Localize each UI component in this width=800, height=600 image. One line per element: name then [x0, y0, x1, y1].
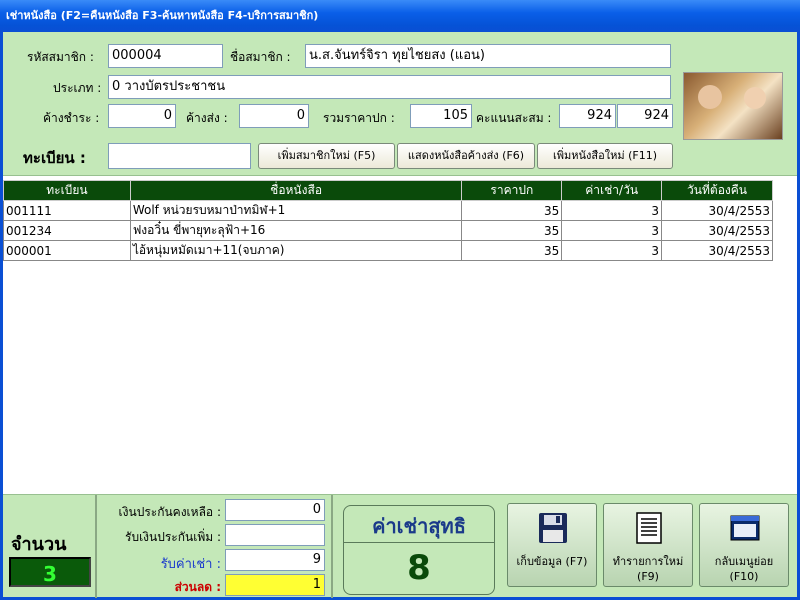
member-id-field[interactable]: 000004	[108, 44, 223, 68]
cell-register: 001111	[3, 200, 131, 221]
net-rent-value: 8	[407, 548, 431, 588]
member-type-field[interactable]: 0 วางบัตรประชาชน	[108, 75, 671, 99]
window-title: เช่าหนังสือ (F2=คืนหนังสือ F3-ค้นหาหนังส…	[6, 9, 319, 22]
overdue-return-label: ค้างส่ง :	[186, 111, 228, 125]
overdue-pay-label: ค้างชำระ :	[43, 111, 100, 125]
register-input[interactable]	[108, 143, 251, 169]
cell-rent-per-day: 3	[561, 200, 663, 221]
cell-due-date: 30/4/2553	[661, 200, 773, 221]
cell-rent-per-day: 3	[561, 220, 663, 241]
points-label: คะแนนสะสม :	[476, 111, 552, 125]
deposit-left-label: เงินประกันคงเหลือ :	[118, 505, 221, 519]
col-cover-price[interactable]: ราคาปก	[461, 180, 563, 201]
cell-title: ฟงอวิ๋น ขี่พายุทะลุฟ้า+16	[129, 220, 463, 241]
net-rent-divider	[344, 542, 494, 543]
table-header-row: ทะเบียน ชื่อหนังสือ ราคาปก ค่าเช่า/วัน ว…	[3, 180, 773, 201]
photo-face-left	[698, 85, 722, 109]
divider	[331, 495, 333, 598]
deposit-add-label: รับเงินประกันเพิ่ม :	[125, 530, 221, 544]
cell-due-date: 30/4/2553	[661, 220, 773, 241]
new-list-button-label: ทำรายการใหม่ (F9)	[612, 555, 684, 583]
member-name-field[interactable]: น.ส.จันทร์จิรา ทุยไชยสง (แอน)	[305, 44, 671, 68]
rental-table: ทะเบียน ชื่อหนังสือ ราคาปก ค่าเช่า/วัน ว…	[3, 180, 773, 261]
document-icon	[636, 512, 662, 544]
cell-rent-per-day: 3	[561, 240, 663, 261]
add-book-button[interactable]: เพิ่มหนังสือใหม่ (F11)	[537, 143, 673, 169]
cell-title: Wolf หน่วยรบหมาป่าทมิฬ+1	[129, 200, 463, 221]
member-type-label: ประเภท :	[53, 81, 102, 95]
table-row[interactable]: 000001 ไอ้หนุ่มหมัดเมา+11(จบภาค) 35 3 30…	[3, 240, 773, 261]
cell-register: 001234	[3, 220, 131, 241]
divider	[95, 495, 97, 598]
quantity-label: จำนวน	[11, 534, 67, 555]
total-price-label: รวมราคาปก :	[323, 111, 395, 125]
col-due-date[interactable]: วันที่ต้องคืน	[661, 180, 773, 201]
net-rent-box: ค่าเช่าสุทธิ 8	[343, 505, 495, 595]
client-area: รหัสสมาชิก : 000004 ชื่อสมาชิก : น.ส.จัน…	[3, 32, 797, 598]
rent-field[interactable]: 9	[225, 549, 325, 571]
member-form-panel: รหัสสมาชิก : 000004 ชื่อสมาชิก : น.ส.จัน…	[3, 32, 797, 176]
photo-face-right	[744, 87, 766, 109]
overdue-pay-field[interactable]: 0	[108, 104, 176, 128]
new-list-button[interactable]: ทำรายการใหม่ (F9)	[603, 503, 693, 587]
title-bar: เช่าหนังสือ (F2=คืนหนังสือ F3-ค้นหาหนังส…	[0, 0, 800, 32]
col-register[interactable]: ทะเบียน	[3, 180, 131, 201]
add-member-button[interactable]: เพิ่มสมาชิกใหม่ (F5)	[258, 143, 395, 169]
save-button[interactable]: เก็บข้อมูล (F7)	[507, 503, 597, 587]
table-row[interactable]: 001234 ฟงอวิ๋น ขี่พายุทะลุฟ้า+16 35 3 30…	[3, 220, 773, 241]
member-photo	[683, 72, 783, 140]
total-price-field[interactable]: 105	[410, 104, 472, 128]
summary-panel: จำนวน 3 เงินประกันคงเหลือ : 0 รับเงินประ…	[3, 494, 797, 598]
window-icon	[730, 515, 760, 541]
back-menu-button-label: กลับเมนูย่อย (F10)	[714, 555, 774, 583]
cell-cover-price: 35	[461, 240, 563, 261]
points-field-2[interactable]: 924	[617, 104, 673, 128]
register-label: ทะเบียน :	[23, 149, 86, 167]
cell-cover-price: 35	[461, 200, 563, 221]
deposit-left-field[interactable]: 0	[225, 499, 325, 521]
cell-title: ไอ้หนุ่มหมัดเมา+11(จบภาค)	[129, 240, 463, 261]
app-window: เช่าหนังสือ (F2=คืนหนังสือ F3-ค้นหาหนังส…	[0, 0, 800, 600]
back-menu-button[interactable]: กลับเมนูย่อย (F10)	[699, 503, 789, 587]
col-rent-per-day[interactable]: ค่าเช่า/วัน	[561, 180, 663, 201]
table-row[interactable]: 001111 Wolf หน่วยรบหมาป่าทมิฬ+1 35 3 30/…	[3, 200, 773, 221]
discount-label: ส่วนลด :	[174, 580, 221, 594]
net-rent-label: ค่าเช่าสุทธิ	[372, 514, 466, 538]
show-overdue-button[interactable]: แสดงหนังสือค้างส่ง (F6)	[397, 143, 535, 169]
member-name-label: ชื่อสมาชิก :	[230, 50, 291, 64]
points-field-1[interactable]: 924	[559, 104, 616, 128]
overdue-return-field[interactable]: 0	[239, 104, 309, 128]
rent-label: รับค่าเช่า :	[160, 557, 221, 572]
save-button-label: เก็บข้อมูล (F7)	[516, 555, 588, 568]
cell-cover-price: 35	[461, 220, 563, 241]
col-title[interactable]: ชื่อหนังสือ	[129, 180, 463, 201]
discount-field[interactable]: 1	[225, 574, 325, 596]
cell-due-date: 30/4/2553	[661, 240, 773, 261]
member-id-label: รหัสสมาชิก :	[27, 50, 94, 64]
quantity-display: 3	[9, 557, 91, 587]
deposit-add-field[interactable]	[225, 524, 325, 546]
floppy-disk-icon	[539, 513, 567, 543]
cell-register: 000001	[3, 240, 131, 261]
